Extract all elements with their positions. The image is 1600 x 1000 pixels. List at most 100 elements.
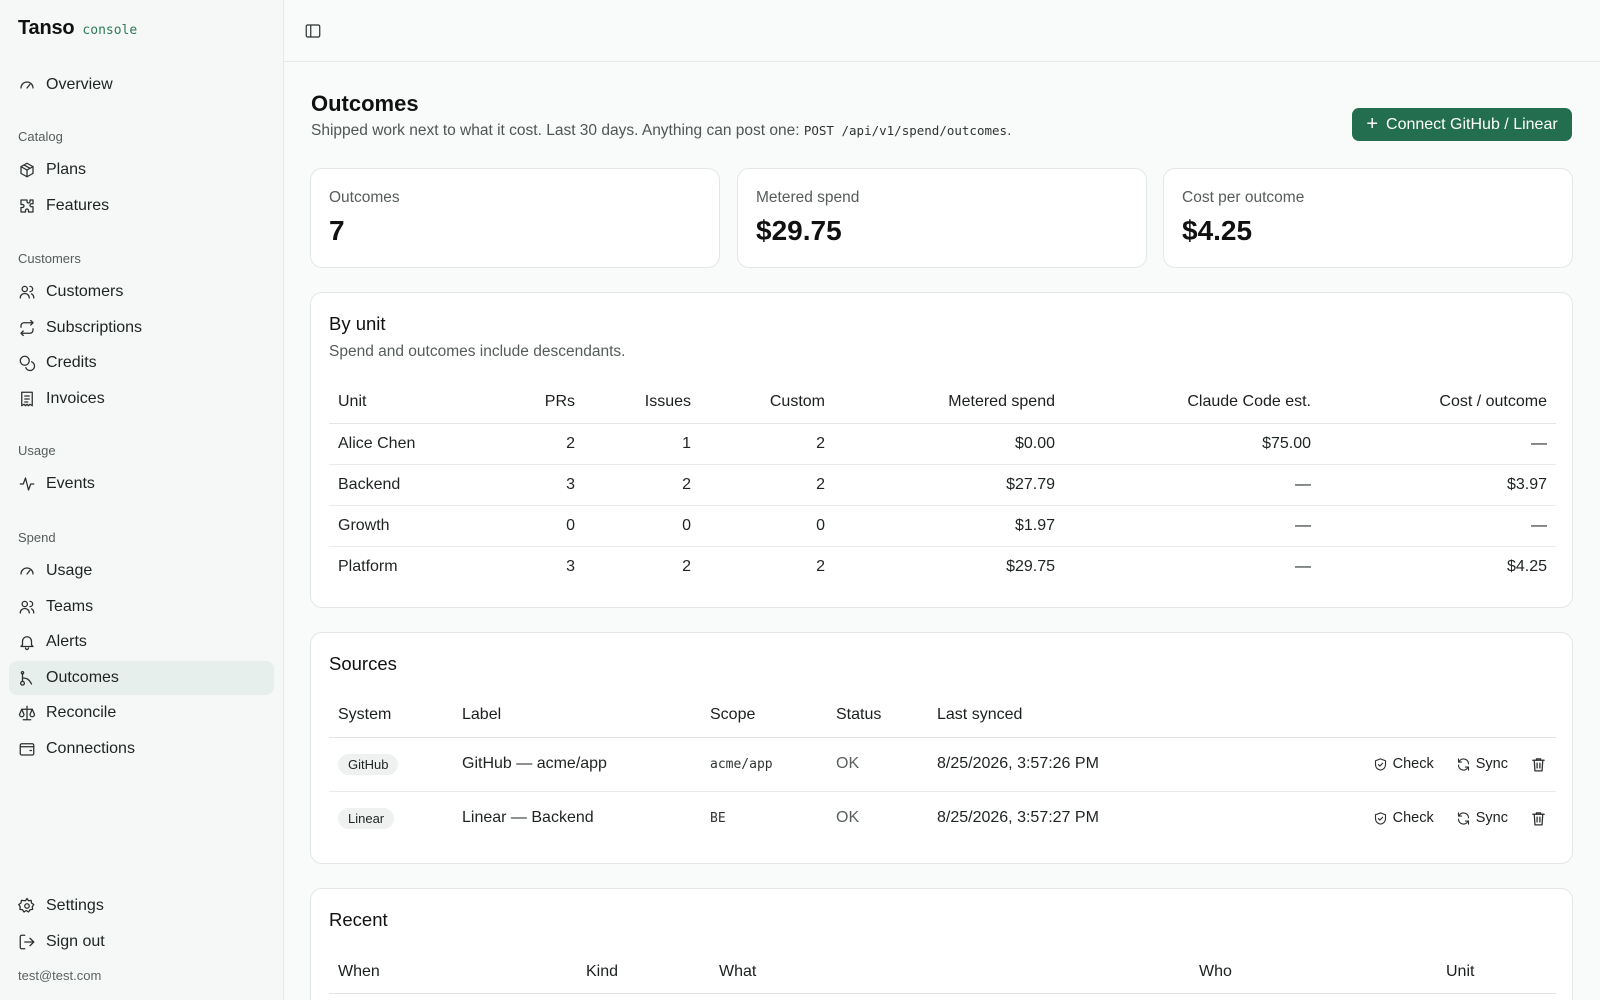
sidebar-item-settings[interactable]: Settings <box>9 889 274 923</box>
sync-button[interactable]: Sync <box>1456 756 1508 772</box>
issues-cell: 1 <box>584 423 700 465</box>
custom-cell: 2 <box>700 464 834 506</box>
sources-table: System Label Scope Status Last synced Gi… <box>329 693 1556 845</box>
unit-cell: Backend <box>329 464 509 506</box>
column-header: Status <box>827 693 928 738</box>
check-label: Check <box>1392 756 1434 772</box>
table-row[interactable]: Platform 3 2 2 $29.75 — $4.25 <box>329 546 1556 587</box>
prs-cell: 2 <box>509 423 584 465</box>
sidebar-item-label: Plans <box>46 161 87 178</box>
coins-icon <box>19 355 36 372</box>
recent-card: Recent When Kind What Who Unit <box>310 888 1573 1000</box>
sidebar-item-reconcile[interactable]: Reconcile <box>9 696 274 730</box>
metered-spend-cell: $1.97 <box>834 505 1064 547</box>
sidebar-item-plans[interactable]: Plans <box>9 153 274 187</box>
refresh-icon <box>1457 812 1469 825</box>
unit-cell: Growth <box>329 505 509 547</box>
table-header-row: System Label Scope Status Last synced <box>329 693 1556 738</box>
metered-spend-cell: $29.75 <box>1006 557 1055 575</box>
sidebar-item-subscriptions[interactable]: Subscriptions <box>9 311 274 345</box>
label-cell: Linear — Backend <box>462 809 594 827</box>
prs-cell: 3 <box>566 557 575 575</box>
users-icon <box>19 600 35 614</box>
column-header: Issues <box>584 381 700 424</box>
stat-card-outcomes: Outcomes 7 <box>310 168 720 268</box>
custom-cell: 0 <box>700 505 834 547</box>
sidebar-item-label: Sign out <box>46 932 105 950</box>
sources-card: Sources System Label Scope Status Last s… <box>310 632 1573 864</box>
brand[interactable]: Tanso console <box>18 17 137 40</box>
page-title: Outcomes <box>311 91 419 116</box>
sidebar-item-events[interactable]: Events <box>9 467 274 501</box>
status-cell: OK <box>827 737 928 792</box>
sidebar-item-overview[interactable]: Overview <box>9 68 274 102</box>
column-header-actions <box>1208 693 1556 738</box>
plus-icon: + <box>1366 112 1379 135</box>
sidebar-item-invoices[interactable]: Invoices <box>9 382 274 416</box>
last-synced-cell: 8/25/2026, 3:57:27 PM <box>937 809 1099 827</box>
column-header: Metered spend <box>834 381 1064 424</box>
cost-per-outcome-cell: — <box>1320 423 1556 465</box>
metered-spend-cell: $0.00 <box>834 423 1064 465</box>
sidebar-item-teams[interactable]: Teams <box>9 590 274 624</box>
sidebar: Tanso console Overview Catalog Plans Fea… <box>0 0 284 1000</box>
column-header: Last synced <box>928 693 1208 738</box>
metered-spend-cell: $27.79 <box>834 464 1064 506</box>
puzzle-icon <box>20 198 34 213</box>
system-badge: GitHub <box>338 753 399 775</box>
stat-value: $29.75 <box>756 215 842 246</box>
wallet-icon <box>19 743 35 756</box>
table-header-row: When Kind What Who Unit <box>329 951 1556 994</box>
delete-button[interactable] <box>1530 810 1547 827</box>
card-title: Sources <box>329 653 397 674</box>
status-cell: OK <box>836 809 860 827</box>
cost-per-outcome-cell: — <box>1320 505 1556 547</box>
sidebar-toggle-button[interactable] <box>304 22 324 42</box>
unit-cell: Alice Chen <box>329 423 509 465</box>
unit-cell: Platform <box>338 557 398 575</box>
prs-cell: 0 <box>509 505 584 547</box>
column-header: Kind <box>577 951 710 994</box>
bell-icon <box>20 636 34 651</box>
column-header: Custom <box>700 381 834 424</box>
check-button[interactable]: Check <box>1373 756 1434 772</box>
sidebar-item-credits[interactable]: Credits <box>9 346 274 380</box>
custom-cell: 2 <box>700 423 834 465</box>
sidebar-item-connections[interactable]: Connections <box>9 732 274 766</box>
sidebar-item-alerts[interactable]: Alerts <box>9 625 274 659</box>
table-row: GitHub GitHub — acme/app acme/app OK 8/2… <box>329 737 1556 792</box>
issues-cell: 2 <box>682 557 691 575</box>
table-row[interactable]: Alice Chen 2 1 2 $0.00 $75.00 — <box>329 423 1556 465</box>
claude-code-est-cell: $75.00 <box>1064 423 1320 465</box>
column-header: System <box>329 693 453 738</box>
check-button[interactable]: Check <box>1373 810 1434 826</box>
stat-value: 7 <box>329 215 345 246</box>
card-title: By unit <box>329 313 386 334</box>
by-unit-table: Unit PRs Issues Custom Metered spend Cla… <box>329 381 1556 587</box>
column-header: Unit <box>1437 951 1556 994</box>
scope-cell: acme/app <box>701 737 827 792</box>
sync-label: Sync <box>1475 810 1508 827</box>
sidebar-item-customers[interactable]: Customers <box>9 275 274 309</box>
users-icon <box>19 285 35 299</box>
sidebar-item-usage[interactable]: Usage <box>9 554 274 588</box>
connect-github-linear-button[interactable]: + Connect GitHub / Linear <box>1352 108 1572 141</box>
user-email: test@test.com <box>18 968 102 983</box>
column-header: Unit <box>329 381 509 424</box>
sync-label: Sync <box>1475 756 1508 772</box>
delete-button[interactable] <box>1530 756 1547 773</box>
sidebar-item-label: Settings <box>46 897 104 914</box>
endpoint-code: POST /api/v1/spend/outcomes <box>803 123 1008 138</box>
system-badge: Linear <box>338 807 395 829</box>
cost-per-outcome-cell: $3.97 <box>1320 464 1556 506</box>
table-row[interactable]: Growth 0 0 0 $1.97 — — <box>329 505 1556 547</box>
sidebar-item-outcomes[interactable]: Outcomes <box>9 660 274 695</box>
nav-group-customers: Customers <box>18 251 81 266</box>
cost-per-outcome-cell: $4.25 <box>1506 557 1547 575</box>
table-row[interactable]: Backend 3 2 2 $27.79 — $3.97 <box>329 464 1556 506</box>
sidebar-item-sign-out[interactable]: Sign out <box>9 925 274 959</box>
sidebar-item-features[interactable]: Features <box>9 189 274 223</box>
sync-button[interactable]: Sync <box>1456 810 1508 826</box>
column-header: PRs <box>509 381 584 424</box>
panel-left-icon <box>305 24 321 38</box>
